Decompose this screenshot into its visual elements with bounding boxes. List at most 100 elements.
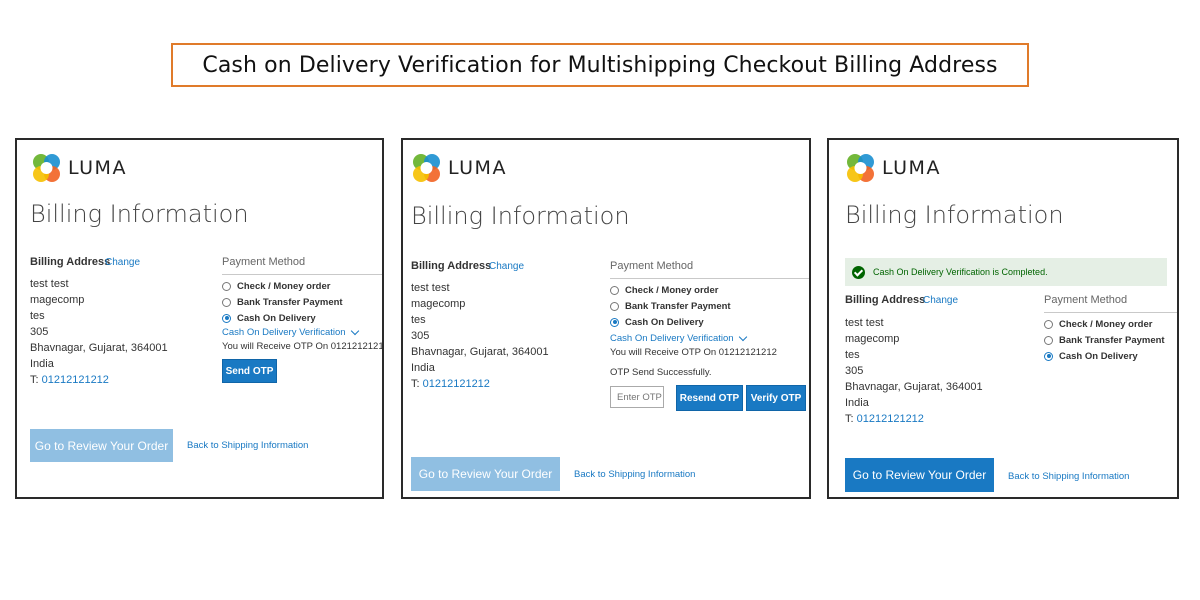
logo-text: LUMA [448,157,507,179]
payment-option-cod[interactable]: Cash On Delivery [222,311,343,325]
phone-link[interactable]: 01212121212 [42,374,109,386]
payment-option-check[interactable]: Check / Money order [1044,317,1165,331]
radio-bank[interactable] [1044,335,1053,345]
back-to-shipping-link[interactable]: Back to Shipping Information [1008,471,1129,482]
chevron-down-icon [738,332,747,341]
logo-text: LUMA [882,157,941,179]
luma-logo[interactable]: LUMA [31,152,127,184]
otp-sent-message: OTP Send Successfully. [610,367,712,378]
payment-option-check[interactable]: Check / Money order [610,283,731,297]
review-order-button[interactable]: Go to Review Your Order [411,457,560,491]
payment-option-cod[interactable]: Cash On Delivery [1044,349,1165,363]
payment-option-bank[interactable]: Bank Transfer Payment [610,299,731,313]
address-company: magecomp [845,333,900,345]
resend-otp-button[interactable]: Resend OTP [676,385,743,411]
address-number: 305 [411,330,430,342]
payment-option-check-label: Check / Money order [625,284,719,296]
radio-bank[interactable] [610,301,619,311]
back-to-shipping-link[interactable]: Back to Shipping Information [187,440,308,451]
billing-address-label: Billing Address [845,294,926,306]
review-order-button[interactable]: Go to Review Your Order [845,458,994,492]
phone-prefix: T: [30,374,42,386]
payment-method-label: Payment Method [1044,294,1128,306]
address-name: test test [30,278,69,290]
address-name: test test [411,282,450,294]
panel-verify-otp: LUMA Billing Information Billing Address… [401,138,811,499]
luma-logo[interactable]: LUMA [411,152,507,184]
cod-verification-toggle[interactable]: Cash On Delivery Verification [610,332,747,344]
payment-option-check[interactable]: Check / Money order [222,279,343,293]
chevron-down-icon [350,326,359,335]
billing-address-label: Billing Address [30,256,111,268]
review-order-button[interactable]: Go to Review Your Order [30,429,173,462]
payment-option-bank-label: Bank Transfer Payment [1059,334,1165,346]
page-title-box: Cash on Delivery Verification for Multis… [171,43,1029,87]
address-street: tes [30,310,45,322]
payment-method-label: Payment Method [610,260,694,272]
address-phone-line: T: 01212121212 [30,372,168,388]
change-address-link[interactable]: Change [105,257,140,268]
payment-options: Check / Money order Bank Transfer Paymen… [610,283,731,329]
luma-logo-icon [847,154,874,182]
cod-verification-label: Cash On Delivery Verification [610,333,734,344]
payment-method-label: Payment Method [222,256,306,268]
address-street: tes [411,314,426,326]
radio-cod[interactable] [222,313,231,323]
radio-cod[interactable] [610,317,619,327]
address-number: 305 [30,326,49,338]
payment-options: Check / Money order Bank Transfer Paymen… [1044,317,1165,363]
verify-otp-button[interactable]: Verify OTP [746,385,806,411]
luma-logo-icon [33,154,60,182]
radio-bank[interactable] [222,297,231,307]
otp-input[interactable]: Enter OTP [610,386,664,408]
otp-info-text: You will Receive OTP On 01212121212 [222,341,384,352]
phone-link[interactable]: 01212121212 [423,378,490,390]
change-address-link[interactable]: Change [489,261,524,272]
success-message: Cash On Delivery Verification is Complet… [873,267,1048,277]
check-circle-icon [852,265,865,279]
address-name: test test [845,317,884,329]
panel-send-otp: LUMA Billing Information Billing Address… [15,138,384,499]
change-address-link[interactable]: Change [923,295,958,306]
radio-check[interactable] [222,281,231,291]
address-city: Bhavnagar, Gujarat, 364001 [845,381,983,393]
payment-option-cod-label: Cash On Delivery [625,316,704,328]
cod-verification-label: Cash On Delivery Verification [222,327,346,338]
luma-logo[interactable]: LUMA [845,152,941,184]
address-city: Bhavnagar, Gujarat, 364001 [30,342,168,354]
payment-options: Check / Money order Bank Transfer Paymen… [222,279,343,325]
billing-address-label: Billing Address [411,260,492,272]
back-to-shipping-link[interactable]: Back to Shipping Information [574,469,695,480]
otp-info-text: You will Receive OTP On 01212121212 [610,347,777,358]
radio-check[interactable] [1044,319,1053,329]
address-country: India [845,397,869,409]
billing-address-block: test test magecomp tes 305 Bhavnagar, Gu… [30,276,168,388]
logo-text: LUMA [68,157,127,179]
payment-option-bank-label: Bank Transfer Payment [237,296,343,308]
payment-divider [1044,312,1177,313]
phone-prefix: T: [845,413,857,425]
address-country: India [411,362,435,374]
phone-link[interactable]: 01212121212 [857,413,924,425]
panel-verification-complete: LUMA Billing Information Cash On Deliver… [827,138,1179,499]
billing-address-block: test test magecomp tes 305 Bhavnagar, Gu… [845,315,983,427]
cod-verification-toggle[interactable]: Cash On Delivery Verification [222,326,359,338]
radio-check[interactable] [610,285,619,295]
billing-heading: Billing Information [845,201,1064,229]
payment-option-check-label: Check / Money order [1059,318,1153,330]
payment-option-bank[interactable]: Bank Transfer Payment [222,295,343,309]
payment-option-check-label: Check / Money order [237,280,331,292]
address-phone-line: T: 01212121212 [845,411,983,427]
luma-logo-icon [413,154,440,182]
payment-option-bank-label: Bank Transfer Payment [625,300,731,312]
radio-cod[interactable] [1044,351,1053,361]
address-company: magecomp [411,298,466,310]
address-phone-line: T: 01212121212 [411,376,549,392]
send-otp-button[interactable]: Send OTP [222,359,277,383]
address-number: 305 [845,365,864,377]
payment-option-bank[interactable]: Bank Transfer Payment [1044,333,1165,347]
page-title: Cash on Delivery Verification for Multis… [202,52,998,78]
phone-prefix: T: [411,378,423,390]
payment-option-cod[interactable]: Cash On Delivery [610,315,731,329]
payment-divider [610,278,809,279]
